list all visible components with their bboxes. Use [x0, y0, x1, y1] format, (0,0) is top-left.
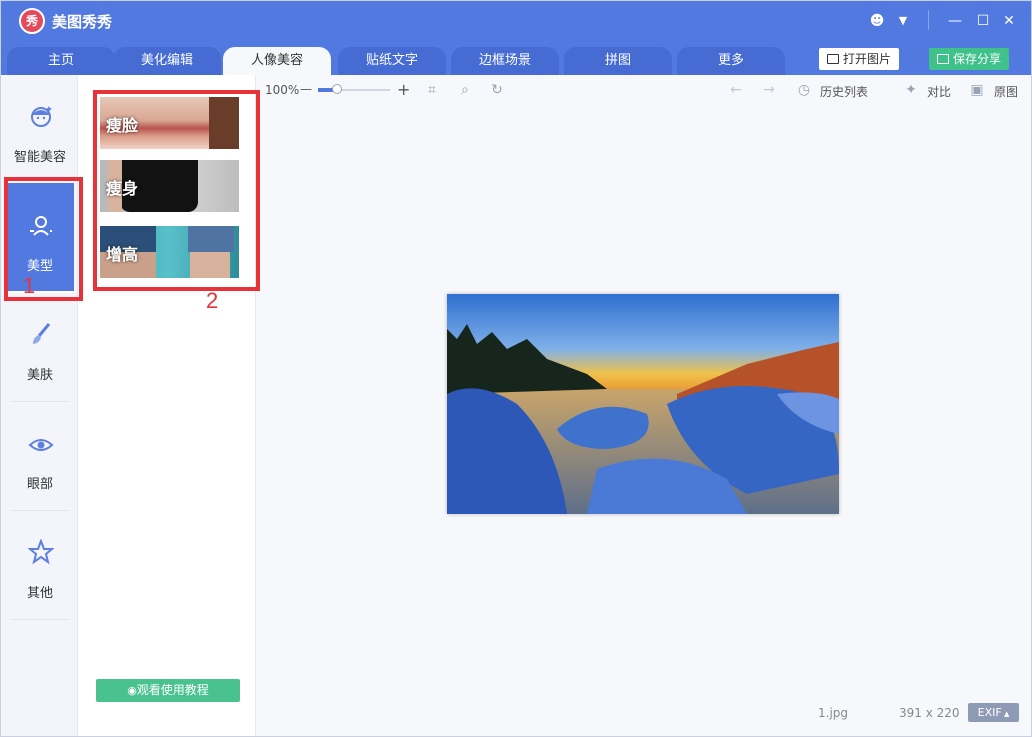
- maximize-button[interactable]: ☐: [973, 12, 993, 30]
- sidebar-divider: [11, 619, 69, 620]
- save-share-button[interactable]: 保存分享: [929, 48, 1009, 70]
- picture-icon: ▣: [970, 82, 984, 98]
- magnifier-icon[interactable]: ⌕: [457, 82, 473, 98]
- sidebar: 智能美容 美型 美肤 眼部 其他: [1, 75, 78, 736]
- minimize-button[interactable]: —: [945, 12, 965, 30]
- smart-beauty-icon: [31, 106, 52, 127]
- exif-button[interactable]: EXIF ▲: [968, 703, 1019, 722]
- undo-icon[interactable]: ←: [728, 82, 744, 98]
- redo-icon[interactable]: →: [761, 82, 777, 98]
- sidebar-item-label: 智能美容: [13, 150, 66, 165]
- tab-edit[interactable]: 美化编辑: [113, 47, 221, 75]
- chat-icon[interactable]: ☻: [867, 12, 887, 30]
- clock-icon: ◷: [797, 82, 811, 98]
- title-bar: 秀 美图秀秀 ☻ ▼ — ☐ ✕: [1, 1, 1031, 41]
- tutorial-label: 观看使用教程: [136, 683, 209, 697]
- export-icon: [936, 54, 949, 64]
- eye-icon: [28, 439, 54, 451]
- eye-icon: ◉: [127, 684, 137, 697]
- sparkle-icon: ✦: [905, 82, 917, 98]
- sidebar-item-label: 美肤: [26, 368, 53, 383]
- brush-icon: [33, 323, 51, 344]
- image-dimensions: 391 x 220: [899, 706, 960, 720]
- rotate-icon[interactable]: ↻: [489, 82, 505, 98]
- history-list-button[interactable]: 历史列表: [820, 83, 868, 100]
- compare-button[interactable]: 对比: [927, 83, 951, 100]
- zoom-level: 100%: [265, 83, 300, 97]
- star-icon: [28, 539, 54, 565]
- sidebar-item-eyes[interactable]: 眼部: [6, 402, 74, 510]
- caret-up-icon: ▲: [1001, 710, 1010, 718]
- sidebar-item-label: 眼部: [26, 477, 53, 492]
- app-logo-icon: 秀: [19, 8, 45, 34]
- tab-collage[interactable]: 拼图: [564, 47, 672, 75]
- exif-label: EXIF: [977, 706, 1002, 719]
- app-title: 美图秀秀: [52, 13, 113, 31]
- app-window: 秀 美图秀秀 ☻ ▼ — ☐ ✕ 主页 美化编辑 人像美容 贴纸文字 边框场景 …: [0, 0, 1032, 737]
- open-image-button[interactable]: 打开图片: [819, 48, 899, 70]
- sidebar-item-other[interactable]: 其他: [6, 511, 74, 619]
- tab-more[interactable]: 更多: [677, 47, 785, 75]
- landscape-photo: [447, 294, 839, 514]
- sidebar-item-smart-beauty[interactable]: 智能美容: [6, 75, 74, 183]
- original-button[interactable]: 原图: [994, 83, 1018, 100]
- watch-tutorial-button[interactable]: ◉观看使用教程: [96, 679, 240, 702]
- annotation-box-2: [93, 90, 260, 291]
- annotation-label-2: 2: [206, 288, 219, 313]
- close-button[interactable]: ✕: [999, 12, 1019, 30]
- zoom-in-button[interactable]: +: [397, 80, 410, 99]
- annotation-label-1: 1: [23, 273, 36, 298]
- sidebar-item-skin[interactable]: 美肤: [6, 293, 74, 401]
- dropdown-menu-icon[interactable]: ▼: [893, 12, 913, 30]
- tab-bar: 主页 美化编辑 人像美容 贴纸文字 边框场景 拼图 更多 打开图片 保存分享: [1, 41, 1031, 75]
- file-name: 1.jpg: [818, 706, 849, 720]
- zoom-out-button[interactable]: —: [300, 82, 312, 96]
- canvas-image[interactable]: [447, 294, 839, 514]
- save-share-label: 保存分享: [952, 52, 1001, 66]
- annotation-box-1: [4, 177, 83, 301]
- tab-home[interactable]: 主页: [7, 47, 115, 75]
- tab-frames[interactable]: 边框场景: [451, 47, 559, 75]
- zoom-slider-handle[interactable]: [332, 84, 342, 94]
- tab-portrait[interactable]: 人像美容: [223, 47, 331, 75]
- sidebar-item-label: 其他: [26, 586, 53, 601]
- title-separator: [928, 10, 929, 30]
- crop-icon[interactable]: ⌗: [424, 82, 440, 98]
- tab-stickers-text[interactable]: 贴纸文字: [338, 47, 446, 75]
- open-image-label: 打开图片: [842, 52, 891, 66]
- image-icon: [826, 54, 839, 64]
